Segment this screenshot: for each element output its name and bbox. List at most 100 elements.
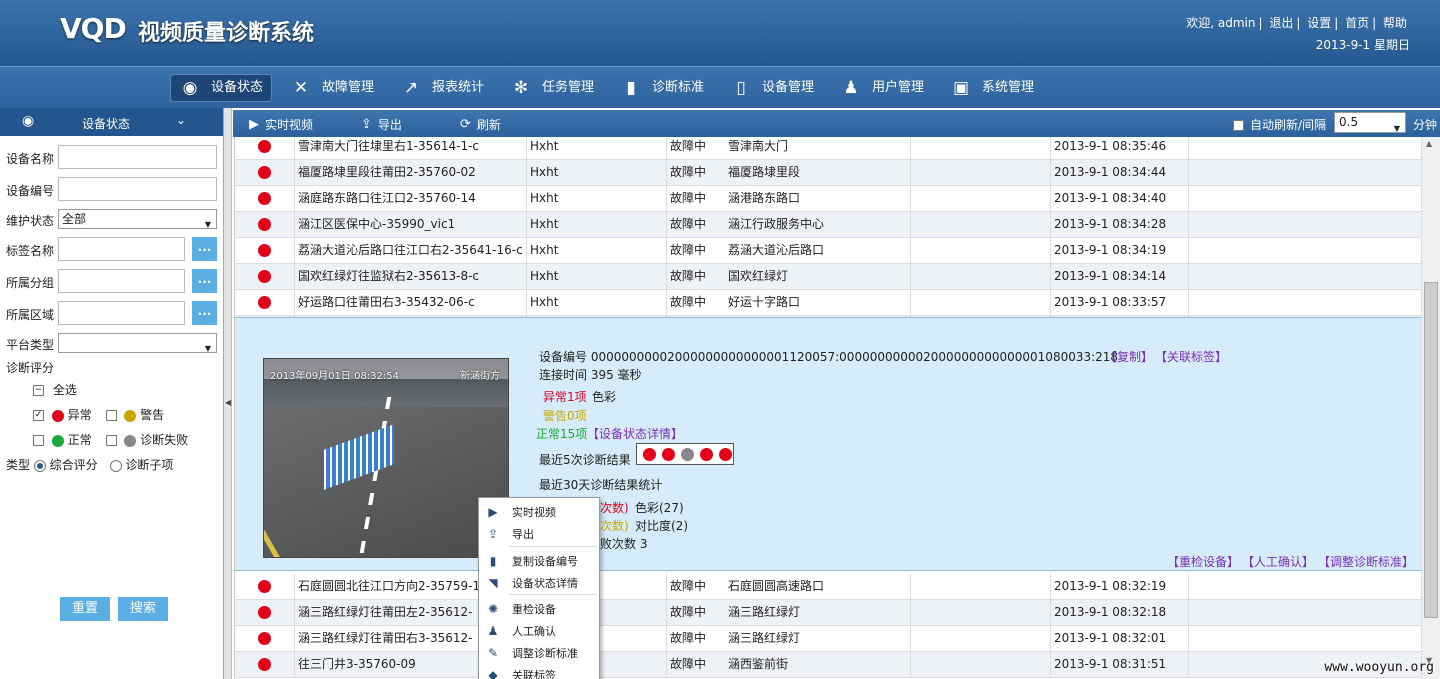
export-icon: ⇪ <box>361 117 372 132</box>
nav-system-management[interactable]: ▣ 系统管理 <box>942 74 1042 102</box>
table-row[interactable]: 涵庭路东路口往江口2-35760-14 Hxht 故障中 涵港路东路口 2013-9-1… <box>235 186 1421 212</box>
status-dot-cell <box>235 264 295 290</box>
group-input[interactable] <box>58 269 185 293</box>
empty-cell <box>911 160 1051 186</box>
nav-diagnosis-standard[interactable]: ▮ 诊断标准 <box>612 74 712 102</box>
sidebar-splitter[interactable]: ◀ <box>224 108 232 679</box>
failed-checkbox[interactable] <box>105 435 117 446</box>
grid-scrollbar[interactable]: ▲ ▼ <box>1421 137 1440 679</box>
scroll-thumb[interactable] <box>1424 282 1438 618</box>
platform-label: 平台类型 <box>6 338 55 352</box>
select-all-checkbox[interactable]: − <box>33 385 44 396</box>
table-row[interactable]: 荔涵大道沁后路口往江口右2-35641-16-c Hxht 故障中 荔涵大道沁后路口 2… <box>235 238 1421 264</box>
device-name-input[interactable] <box>58 145 217 169</box>
logout-link[interactable]: 退出 <box>1269 16 1293 30</box>
device-grid: 雪津南大门往埭里右1-35614-1-c Hxht 故障中 雪津南大门 2013-9-1… <box>234 137 1421 679</box>
context-menu-item[interactable]: ▮ 复制设备编号 <box>479 550 599 572</box>
warning-checkbox[interactable] <box>105 410 117 421</box>
context-menu-item[interactable]: ◆ 关联标签 <box>479 664 599 679</box>
time-cell: 2013-9-1 08:34:19 <box>1051 238 1189 264</box>
device-id-label: 设备编号 <box>6 184 55 198</box>
home-link[interactable]: 首页 <box>1345 16 1369 30</box>
table-row[interactable]: 涵三路红绿灯往莆田右3-35612- 故障中 涵三路红绿灯 2013-9-1 08:3… <box>235 626 1421 652</box>
table-row[interactable]: 往三门井3-35760-09 故障中 涵西鉴前街 2013-9-1 08:31:51 <box>235 652 1421 678</box>
empty-cell <box>911 238 1051 264</box>
abnormal-dot-icon <box>258 140 271 153</box>
table-row[interactable]: 涵江区医保中心-35990_vic1 Hxht 故障中 涵江行政服务中心 2013-9-… <box>235 212 1421 238</box>
platform-cell: Hxht <box>527 186 667 212</box>
tag-link[interactable]: 【关联标签】 <box>1155 348 1227 365</box>
maint-status-select[interactable]: 全部 ▼ <box>58 209 217 229</box>
status-cell: 故障中 <box>670 243 707 257</box>
group-picker-button[interactable]: ... <box>192 269 217 293</box>
context-menu-item[interactable]: ⇪ 导出 <box>479 523 599 545</box>
context-menu-item[interactable]: ◥ 设备状态详情 <box>479 572 599 594</box>
context-menu-item[interactable]: ✺ 重检设备 <box>479 598 599 620</box>
sidebar-header[interactable]: ◉ 设备状态 ⌄ <box>0 108 223 136</box>
copy-link[interactable]: 【复制】 <box>1105 348 1153 365</box>
nav-reports[interactable]: ↗ 报表统计 <box>392 74 492 102</box>
settings-link[interactable]: 设置 <box>1307 16 1331 30</box>
app-window: VQD 视频质量诊断系统 欢迎, admin | 退出 | 设置 | 首页 | 帮助 2… <box>0 0 1440 679</box>
nav-task-management[interactable]: ✻ 任务管理 <box>502 74 602 102</box>
nav-device-status[interactable]: ◉ 设备状态 <box>170 74 273 102</box>
chart-icon: ↗ <box>403 78 419 98</box>
help-link[interactable]: 帮助 <box>1383 16 1407 30</box>
overall-score-radio[interactable] <box>33 459 46 472</box>
context-menu-item[interactable]: ▶ 实时视频 <box>479 501 599 523</box>
status-detail-link[interactable]: 【设备状态详情】 <box>587 425 683 442</box>
scroll-up-icon[interactable]: ▲ <box>1426 139 1432 148</box>
location-cell: 涵江行政服务中心 <box>725 212 911 238</box>
table-row[interactable]: 福厦路埭里段往莆田2-35760-02 Hxht 故障中 福厦路埭里段 2013-9-1… <box>235 160 1421 186</box>
search-button[interactable]: 搜索 <box>118 597 168 621</box>
nav-fault-management[interactable]: ✕ 故障管理 <box>282 74 382 102</box>
abnormal-checkbox[interactable]: ✓ <box>33 410 44 421</box>
context-menu-item[interactable]: ✎ 调整诊断标准 <box>479 642 599 664</box>
status-dot-cell <box>235 290 295 316</box>
table-row[interactable]: 国欢红绿灯往监狱右2-35613-8-c Hxht 故障中 国欢红绿灯 2013-9-1… <box>235 264 1421 290</box>
collapse-arrow-icon[interactable]: ◀ <box>225 398 231 407</box>
context-menu-item[interactable]: ♟ 人工确认 <box>479 620 599 642</box>
interval-select[interactable]: 0.5 ▼ <box>1334 112 1406 133</box>
device-id-input[interactable] <box>58 177 217 201</box>
export-button[interactable]: ⇪ 导出 <box>361 116 402 133</box>
live-video-button[interactable]: ▶ 实时视频 <box>249 116 313 133</box>
adjust-standard-link[interactable]: 【调整诊断标准】 <box>1318 553 1414 570</box>
time-cell: 2013-9-1 08:35:46 <box>1051 137 1189 160</box>
stat2-count: 次数) <box>600 519 629 533</box>
video-thumbnail[interactable]: 2013年09月01日 08:32:54 新涵街方 <box>263 358 509 558</box>
abnormal-count: 异常1项 <box>543 390 587 404</box>
device-name-cell: 雪津南大门往埭里右1-35614-1-c <box>295 137 527 160</box>
normal-checkbox[interactable] <box>33 435 44 446</box>
abnormal-dot-icon <box>258 296 271 309</box>
grid-toolbar: ▶ 实时视频 ⇪ 导出 ⟳ 刷新 自动刷新/间隔 0.5 ▼ 分钟 <box>233 110 1440 137</box>
platform-select[interactable]: ▼ <box>58 333 217 353</box>
abnormal-dot-icon <box>258 218 271 231</box>
manual-confirm-link[interactable]: 【人工确认】 <box>1242 553 1314 570</box>
chevron-down-icon[interactable]: ⌄ <box>176 113 186 127</box>
device-name-cell: 福厦路埭里段往莆田2-35760-02 <box>295 160 527 186</box>
table-row[interactable]: 石庭圆圆北往江口方向2-35759-1 故障中 石庭圆圆高速路口 2013-9-1 0… <box>235 574 1421 600</box>
platform-cell: Hxht <box>527 212 667 238</box>
region-input[interactable] <box>58 301 185 325</box>
recheck-link[interactable]: 【重检设备】 <box>1167 553 1239 570</box>
abnormal-item: 色彩 <box>592 390 617 404</box>
status-cell: 故障中 <box>670 217 707 231</box>
table-row[interactable]: 雪津南大门往埭里右1-35614-1-c Hxht 故障中 雪津南大门 2013-9-1… <box>235 137 1421 160</box>
auto-refresh-checkbox[interactable] <box>1233 120 1244 131</box>
nav-device-management[interactable]: ▯ 设备管理 <box>722 74 822 102</box>
watermark: www.wooyun.org <box>1324 660 1434 675</box>
reset-button[interactable]: 重置 <box>60 597 110 621</box>
play-icon: ▶ <box>249 117 259 132</box>
refresh-button[interactable]: ⟳ 刷新 <box>460 116 501 133</box>
refresh-icon: ⟳ <box>460 117 471 132</box>
tag-picker-button[interactable]: ... <box>192 237 217 261</box>
auto-refresh-toggle[interactable]: 自动刷新/间隔 <box>1233 116 1326 133</box>
subitem-radio[interactable] <box>109 459 122 472</box>
region-picker-button[interactable]: ... <box>192 301 217 325</box>
tag-name-input[interactable] <box>58 237 185 261</box>
table-row[interactable]: 涵三路红绿灯往莆田左2-35612- 故障中 涵三路红绿灯 2013-9-1 08:3… <box>235 600 1421 626</box>
nav-user-management[interactable]: ♟ 用户管理 <box>832 74 932 102</box>
table-row[interactable]: 好运路口往莆田右3-35432-06-c Hxht 故障中 好运十字路口 2013-9-… <box>235 290 1421 316</box>
stat1-count: 次数) <box>600 501 629 515</box>
